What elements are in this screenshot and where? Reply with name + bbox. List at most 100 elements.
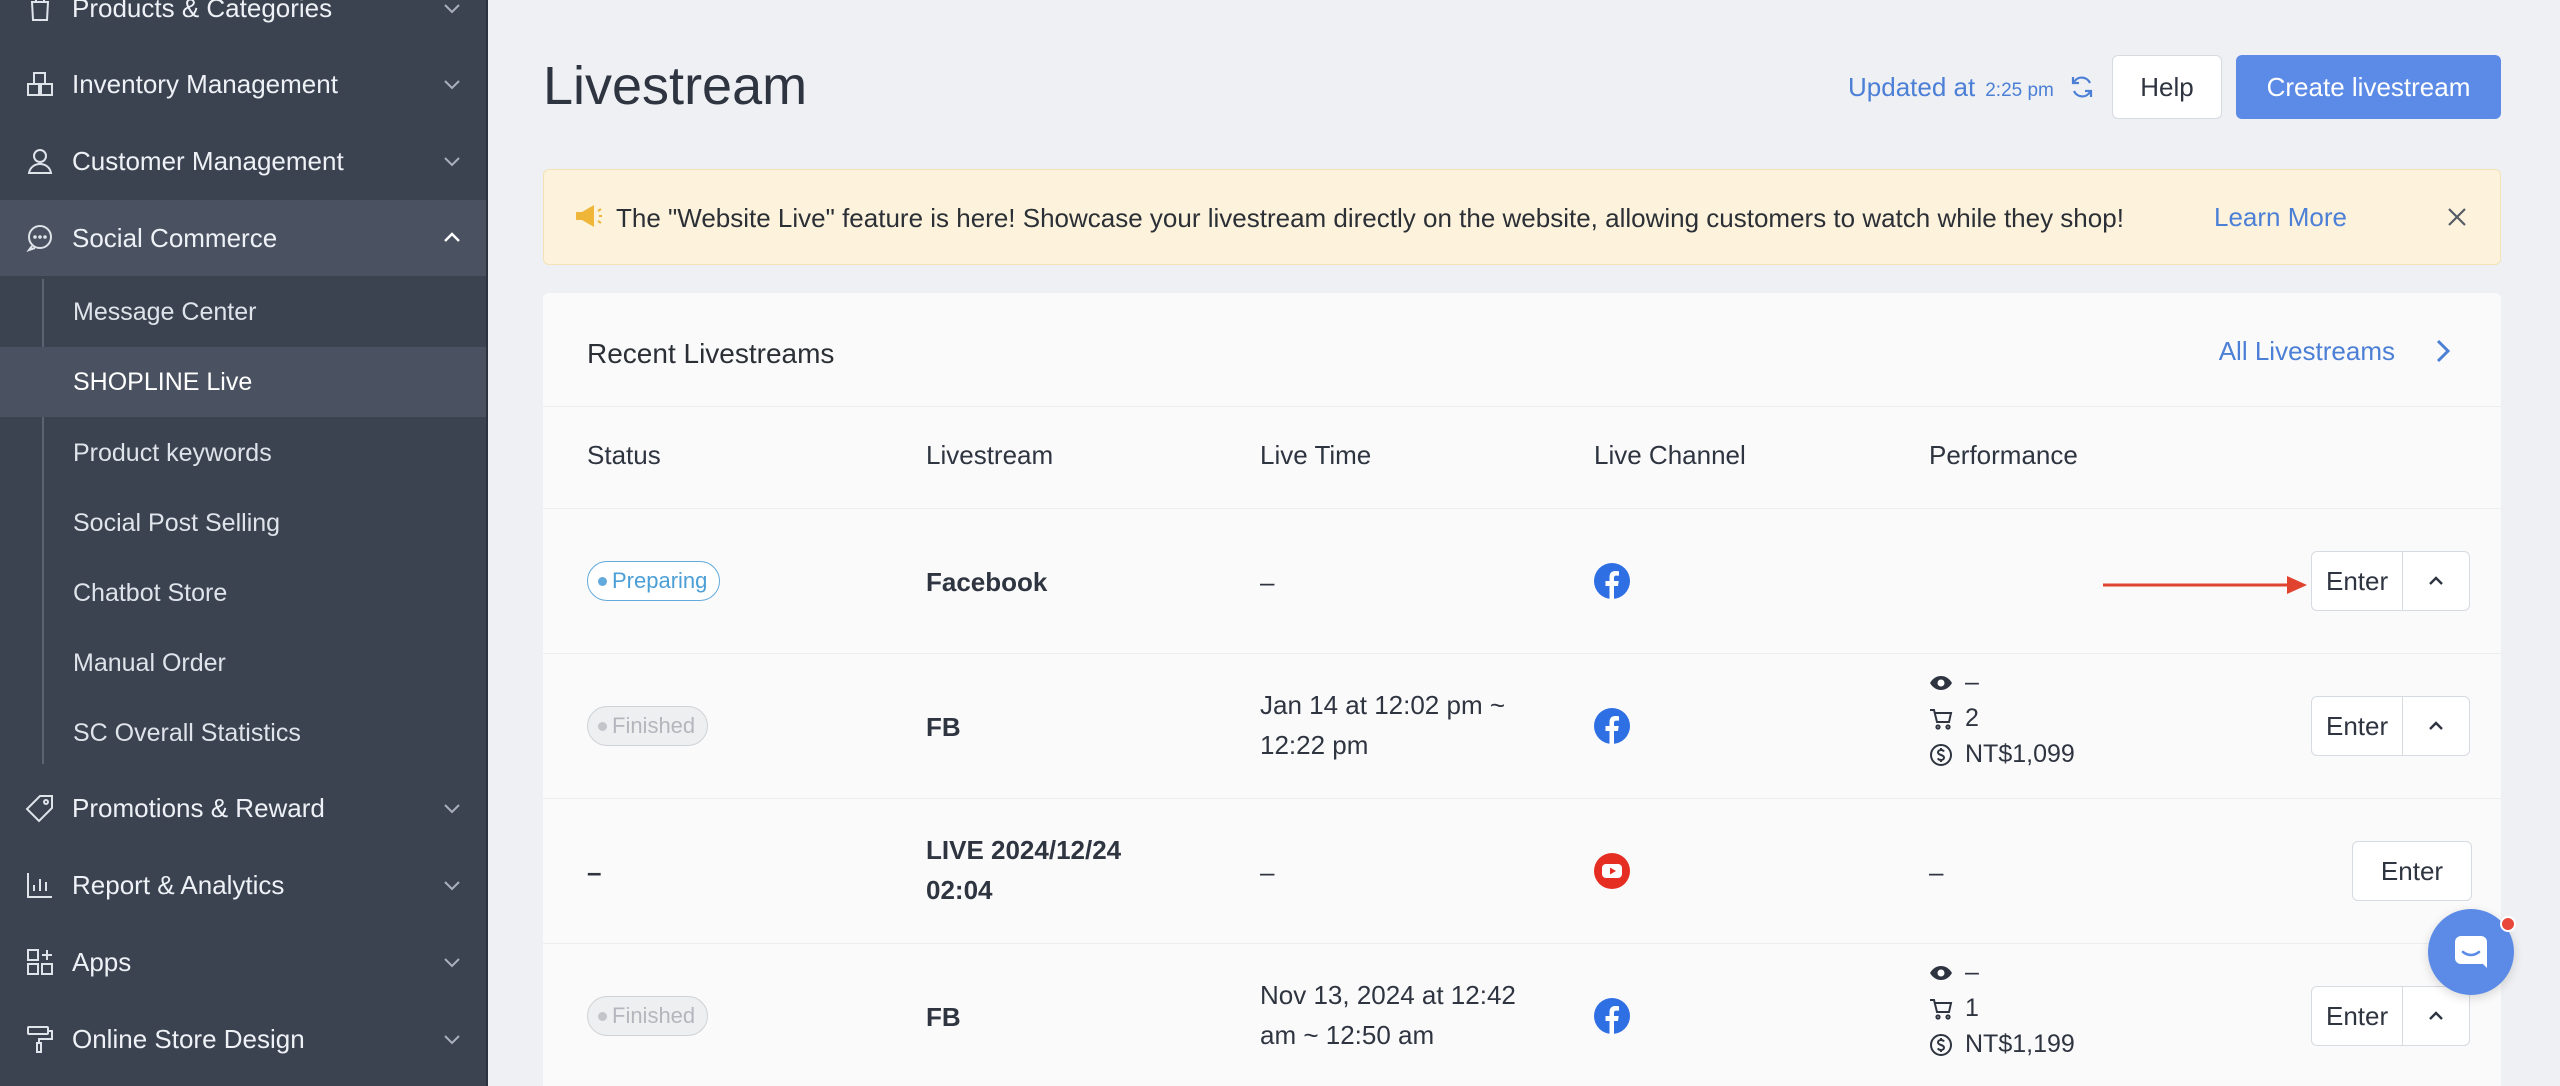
sidebar-item-report[interactable]: Report & Analytics — [0, 847, 486, 923]
tag-icon — [25, 795, 53, 823]
notification-dot — [2500, 916, 2516, 932]
live-time-line1: Nov 13, 2024 at 12:42 — [1260, 980, 1516, 1010]
megaphone-icon — [576, 205, 602, 227]
performance-empty: – — [1929, 857, 1944, 887]
orders-stat: 1 — [1929, 994, 1979, 1023]
chevron-down-icon — [444, 157, 460, 167]
sidebar-subitem-social-post-selling[interactable]: Social Post Selling — [0, 488, 486, 558]
youtube-icon — [1594, 853, 1630, 889]
livestream-name: Facebook — [926, 567, 1048, 597]
status-text: Preparing — [612, 568, 708, 593]
orders-value: 2 — [1965, 704, 1979, 732]
facebook-icon — [1594, 708, 1630, 744]
apps-grid-icon — [27, 949, 53, 975]
chevron-down-icon — [444, 80, 460, 90]
sidebar-item-social-commerce[interactable]: Social Commerce — [0, 200, 486, 276]
sidebar-subitem-label: Product keywords — [73, 438, 272, 467]
help-button[interactable]: Help — [2112, 55, 2222, 119]
cart-icon — [1930, 998, 1953, 1020]
dollar-circle-icon — [1930, 743, 1952, 766]
live-time: – — [1260, 857, 1275, 887]
sidebar-item-label: Social Commerce — [72, 222, 278, 253]
views-value: – — [1965, 668, 1979, 696]
boxes-icon — [27, 72, 53, 96]
views-stat: – — [1929, 668, 1979, 697]
sales-value: NT$1,099 — [1965, 740, 2075, 768]
sidebar-subitem-shopline-live[interactable]: SHOPLINE Live — [0, 347, 486, 417]
live-time-line1: Jan 14 at 12:02 pm ~ — [1260, 690, 1506, 720]
sidebar-subitem-message-center[interactable]: Message Center — [0, 277, 486, 347]
status-badge: Preparing — [587, 561, 721, 601]
sidebar-item-products[interactable]: Products & Categories — [0, 0, 486, 46]
column-header-performance: Performance — [1929, 440, 2078, 470]
chat-icon — [2455, 936, 2487, 968]
enter-button[interactable]: Enter — [2312, 697, 2402, 755]
orders-value: 1 — [1965, 994, 1979, 1022]
chat-bubble-icon — [26, 225, 52, 252]
close-icon[interactable] — [2444, 204, 2470, 230]
enter-button[interactable]: Enter — [2353, 842, 2471, 900]
sidebar-item-apps[interactable]: Apps — [0, 924, 486, 1000]
sidebar-subitem-label: Social Post Selling — [73, 508, 281, 537]
card-title: Recent Livestreams — [587, 338, 835, 369]
sidebar-item-online-store-design[interactable]: Online Store Design — [0, 1001, 486, 1077]
table-row: Finished FB Jan 14 at 12:02 pm ~ 12:22 p… — [543, 654, 2501, 798]
updated-at: Updated at 2:25 pm — [1848, 72, 2054, 103]
refresh-icon[interactable] — [2068, 73, 2096, 101]
create-livestream-button[interactable]: Create livestream — [2236, 55, 2501, 119]
chevron-down-icon — [444, 958, 460, 968]
recent-livestreams-card: Recent Livestreams All Livestreams Statu… — [543, 293, 2501, 1086]
sidebar-item-customer[interactable]: Customer Management — [0, 123, 486, 199]
divider — [543, 406, 2501, 407]
chevron-up-icon[interactable] — [2403, 697, 2469, 755]
livestream-name-line2: 02:04 — [926, 875, 993, 905]
sidebar-item-label: Customer Management — [72, 145, 344, 176]
chevron-down-icon — [444, 4, 460, 14]
views-value: – — [1965, 958, 1979, 986]
enter-button[interactable]: Enter — [2312, 552, 2402, 610]
orders-stat: 2 — [1929, 704, 1979, 733]
sidebar-item-promotions[interactable]: Promotions & Reward — [0, 770, 486, 846]
column-header-live-channel: Live Channel — [1594, 440, 1746, 470]
sidebar-subitem-manual-order[interactable]: Manual Order — [0, 628, 486, 698]
livestream-name-line1: LIVE 2024/12/24 — [926, 835, 1122, 865]
cart-icon — [1930, 708, 1953, 730]
sales-value: NT$1,199 — [1965, 1030, 2075, 1058]
updated-label: Updated at — [1848, 72, 1976, 102]
sidebar-subitem-product-keywords[interactable]: Product keywords — [0, 418, 486, 488]
enter-button-group: Enter — [2311, 696, 2471, 756]
annotation-arrow — [2103, 576, 2307, 594]
sidebar-edge — [486, 0, 488, 1086]
status-text: Finished — [612, 713, 696, 738]
status-text: – — [587, 857, 602, 887]
sidebar-item-label: Promotions & Reward — [72, 792, 325, 823]
announcement-banner: The "Website Live" feature is here! Show… — [543, 169, 2501, 265]
sidebar-subitem-label: Message Center — [73, 297, 257, 326]
sidebar-subitem-sc-overall-statistics[interactable]: SC Overall Statistics — [0, 698, 486, 768]
chevron-up-icon[interactable] — [2403, 552, 2469, 610]
chevron-right-icon[interactable] — [2429, 335, 2457, 367]
sidebar-subitem-chatbot-store[interactable]: Chatbot Store — [0, 558, 486, 628]
all-livestreams-link[interactable]: All Livestreams — [2219, 336, 2395, 367]
eye-icon — [1930, 965, 1952, 980]
column-header-live-time: Live Time — [1260, 440, 1372, 470]
column-header-status: Status — [587, 440, 661, 470]
chevron-up-icon — [444, 232, 460, 242]
views-stat: – — [1929, 958, 1979, 987]
banner-text: The "Website Live" feature is here! Show… — [616, 203, 2124, 233]
dollar-circle-icon — [1930, 1033, 1952, 1056]
sales-stat: NT$1,099 — [1929, 740, 2075, 769]
chevron-down-icon — [444, 1035, 460, 1045]
live-time-line2: 12:22 pm — [1260, 730, 1369, 760]
sidebar-subitem-label: SHOPLINE Live — [73, 367, 253, 396]
chevron-down-icon — [444, 804, 460, 814]
sidebar-item-inventory[interactable]: Inventory Management — [0, 46, 486, 122]
updated-time: 2:25 pm — [1985, 80, 2054, 101]
table-row: – LIVE 2024/12/24 02:04 – – Enter — [543, 799, 2501, 943]
enter-button[interactable]: Enter — [2312, 987, 2402, 1045]
sidebar-item-label: Inventory Management — [72, 68, 338, 99]
sidebar: Products & Categories Inventory Manageme… — [0, 0, 486, 1086]
bag-icon — [30, 0, 50, 21]
chevron-up-icon[interactable] — [2403, 987, 2469, 1045]
learn-more-link[interactable]: Learn More — [2214, 202, 2347, 233]
